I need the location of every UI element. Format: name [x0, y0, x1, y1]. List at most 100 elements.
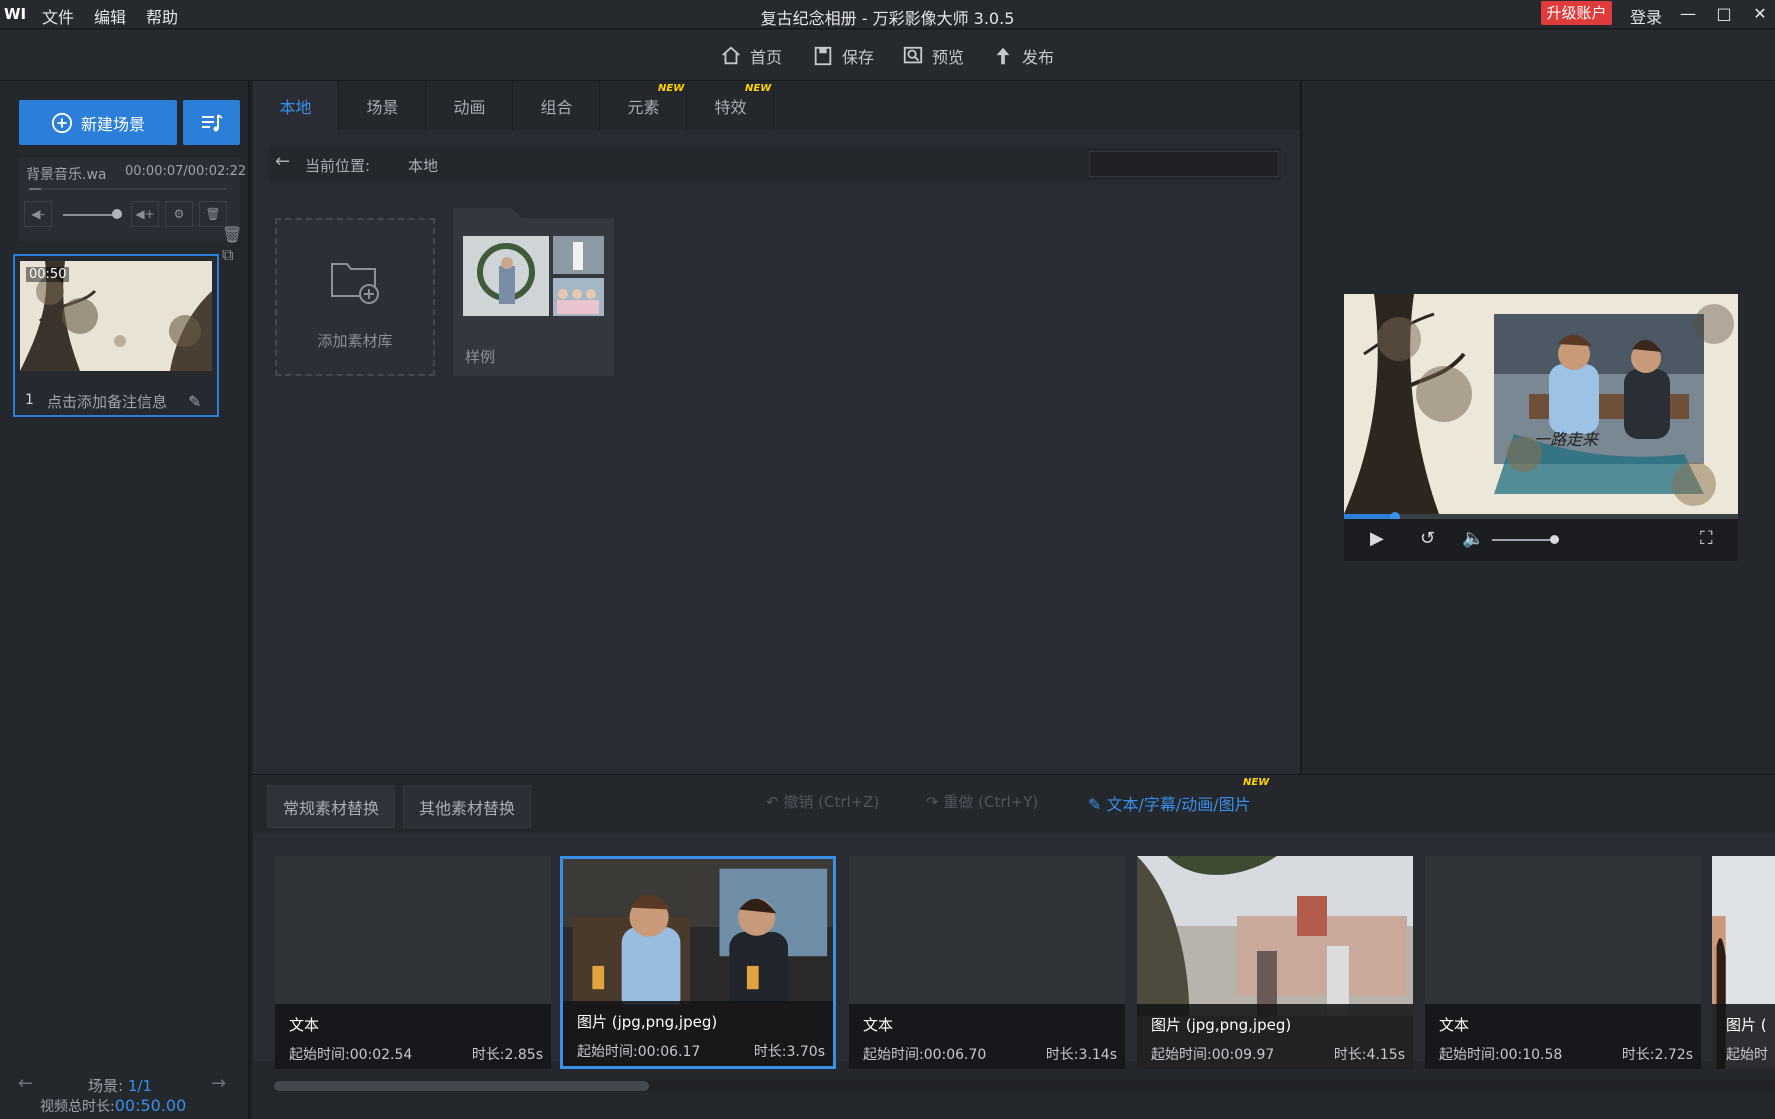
close-icon[interactable]: ✕ — [1745, 2, 1775, 26]
copy-scene-icon[interactable]: ⧉ — [222, 245, 238, 264]
redo-label: 重做 (Ctrl+Y) — [943, 793, 1039, 811]
folder-add-icon — [331, 263, 379, 304]
next-scene-icon[interactable]: → — [211, 1073, 226, 1094]
music-volume-knob[interactable] — [112, 209, 123, 219]
publish-button[interactable]: 发布 — [992, 42, 1054, 70]
prev-scene-icon[interactable]: ← — [18, 1073, 33, 1094]
undo-label: 撤销 (Ctrl+Z) — [783, 793, 880, 811]
play-icon[interactable]: ▶ — [1370, 528, 1384, 549]
clip-start-time: 起始时间:00:09.97 — [1151, 1047, 1275, 1063]
volume-up-icon[interactable]: ◀+ — [131, 201, 159, 227]
clip-start-time: 起始时间:00:06.17 — [577, 1044, 701, 1060]
scene-card[interactable]: 00:50 1 点击添加备注信息 ✎ — [13, 254, 219, 417]
title-bar: WI 文件 编辑 帮助 复古纪念相册 - 万彩影像大师 3.0.5 升级账户 登… — [0, 0, 1775, 29]
clip-card[interactable]: 图片 (jpg,png,jpeg) 起始时间:00:06.17 时长:3.70s — [560, 856, 836, 1069]
location-value[interactable]: 本地 — [408, 155, 438, 176]
upgrade-account-button[interactable]: 升级账户 — [1541, 1, 1612, 25]
clip-info: 文本起始时间:00:06.70 时长:3.14s — [849, 1004, 1125, 1069]
upload-icon — [996, 47, 1010, 65]
add-library-button[interactable]: 添加素材库 — [275, 218, 435, 376]
sample-folder-label: 样例 — [465, 348, 496, 366]
save-icon — [814, 46, 832, 66]
fullscreen-icon[interactable]: ⛶ — [1700, 528, 1713, 549]
clip-info: 图片 (起始时 — [1712, 1004, 1775, 1069]
clip-info: 文本 起始时间:00:10.58 时长:2.72s — [1425, 1004, 1701, 1069]
preview-controls: ▶ ↺ 🔈 ⛶ — [1344, 519, 1738, 561]
clip-type: 文本 — [289, 1016, 320, 1034]
back-arrow-icon[interactable]: ← — [275, 151, 290, 172]
clip-card[interactable]: 文本 起始时间:00:02.54 时长:2.85s — [275, 856, 551, 1069]
redo-button[interactable]: ↷ 重做 (Ctrl+Y) — [926, 791, 1038, 812]
clip-card[interactable]: 文本 起始时间:00:10.58 时长:2.72s — [1425, 856, 1701, 1069]
clip-info: 图片 (jpg,png,jpeg) 起始时间:00:09.97 时长:4.15s — [1137, 1004, 1413, 1069]
tab-other-replace[interactable]: 其他素材替换 — [403, 785, 531, 828]
preview-video[interactable]: 一路走来 — [1344, 294, 1738, 514]
minimize-icon[interactable]: — — [1673, 2, 1703, 26]
sample-folder[interactable]: 样例 — [453, 218, 614, 376]
replay-icon[interactable]: ↺ — [1420, 528, 1435, 549]
clip-duration: 时长:2.85s — [471, 1047, 543, 1063]
gear-icon[interactable]: ⚙ — [165, 201, 193, 227]
horizontal-scrollbar[interactable] — [274, 1080, 1775, 1092]
delete-scene-icon[interactable]: 🗑 — [222, 225, 242, 244]
scene-note-input[interactable]: 点击添加备注信息 — [47, 391, 167, 412]
tab-2[interactable]: 动画 — [427, 81, 513, 130]
preview-volume-knob[interactable] — [1550, 535, 1559, 544]
preview-button[interactable]: 预览 — [902, 42, 964, 70]
clip-type: 图片 (jpg,png,jpeg) — [1151, 1016, 1292, 1034]
scene-count-value: 1/1 — [127, 1077, 152, 1095]
clip-type: 图片 ( — [1726, 1016, 1767, 1034]
maximize-icon[interactable]: □ — [1709, 2, 1739, 26]
scene-count-label: 场景: — [88, 1077, 124, 1095]
login-button[interactable]: 登录 — [1630, 4, 1662, 28]
tab-3[interactable]: 组合 — [514, 81, 600, 130]
trash-icon[interactable]: 🗑 — [199, 201, 227, 227]
clip-type: 文本 — [1439, 1016, 1470, 1034]
clip-card[interactable]: 图片 (起始时 — [1712, 856, 1775, 1069]
music-progress-bar[interactable] — [29, 188, 227, 190]
add-library-label: 添加素材库 — [317, 332, 393, 350]
scrollbar-thumb[interactable] — [274, 1081, 650, 1091]
preview-panel: 一路走来 ▶ ↺ 🔈 ⛶ — [1300, 81, 1775, 774]
material-library: 本地 场景 动画 组合 元素 NEW 特效 NEW ← 当前位置: 本地 添加素材库 样例 — [253, 81, 1436, 774]
total-duration: 视频总时长:00:50.00 — [40, 1096, 186, 1116]
new-badge: NEW — [658, 83, 685, 94]
total-duration-label: 视频总时长: — [40, 1099, 115, 1115]
text-subtitle-edit-button[interactable]: ✎ 文本/字幕/动画/图片 — [1088, 791, 1251, 815]
save-button[interactable]: 保存 — [812, 42, 874, 70]
clip-type: 文本 — [863, 1016, 894, 1034]
pencil-icon: ✎ — [1088, 795, 1107, 814]
music-list-button[interactable] — [183, 100, 240, 145]
preview-label: 预览 — [932, 48, 965, 67]
new-badge: NEW — [745, 83, 772, 94]
search-input[interactable] — [1089, 151, 1279, 177]
clip-info: 文本 起始时间:00:02.54 时长:2.85s — [275, 1004, 551, 1069]
home-button[interactable]: 首页 — [720, 42, 782, 70]
tab-regular-replace[interactable]: 常规素材替换 — [267, 785, 395, 828]
window-title: 复古纪念相册 - 万彩影像大师 3.0.5 — [760, 9, 1015, 28]
home-label: 首页 — [750, 48, 783, 67]
preview-frame — [1344, 294, 1738, 514]
music-time: 00:00:07/00:02:22 — [125, 164, 247, 179]
tab-1[interactable]: 场景 — [340, 81, 426, 130]
total-duration-value: 00:50.00 — [114, 1096, 187, 1115]
clip-card[interactable]: 图片 (jpg,png,jpeg) 起始时间:00:09.97 时长:4.15s — [1137, 856, 1413, 1069]
undo-icon: ↶ — [766, 793, 784, 811]
clip-card[interactable]: 文本起始时间:00:06.70 时长:3.14s — [849, 856, 1125, 1069]
tab-0[interactable]: 本地 — [253, 81, 339, 130]
pencil-icon[interactable]: ✎ — [188, 392, 206, 411]
new-scene-button[interactable]: 新建场景 — [19, 100, 177, 145]
music-file-name: 背景音乐.wa — [26, 167, 107, 183]
volume-icon[interactable]: 🔈 — [1462, 528, 1484, 549]
clip-start-time: 起始时间:00:06.70 — [863, 1047, 987, 1063]
volume-down-icon[interactable]: ◀- — [24, 201, 52, 227]
music-progress-fill — [29, 188, 41, 190]
undo-button[interactable]: ↶ 撤销 (Ctrl+Z) — [766, 791, 879, 812]
new-badge: NEW — [1243, 777, 1270, 788]
save-label: 保存 — [842, 48, 875, 67]
clip-duration: 时长:3.14s — [1045, 1047, 1117, 1063]
location-bar: ← 当前位置: 本地 — [269, 148, 1281, 180]
clip-start-time: 起始时间:00:10.58 — [1439, 1047, 1563, 1063]
preview-volume-slider[interactable] — [1492, 539, 1552, 541]
text-edit-label: 文本/字幕/动画/图片 — [1106, 795, 1251, 814]
